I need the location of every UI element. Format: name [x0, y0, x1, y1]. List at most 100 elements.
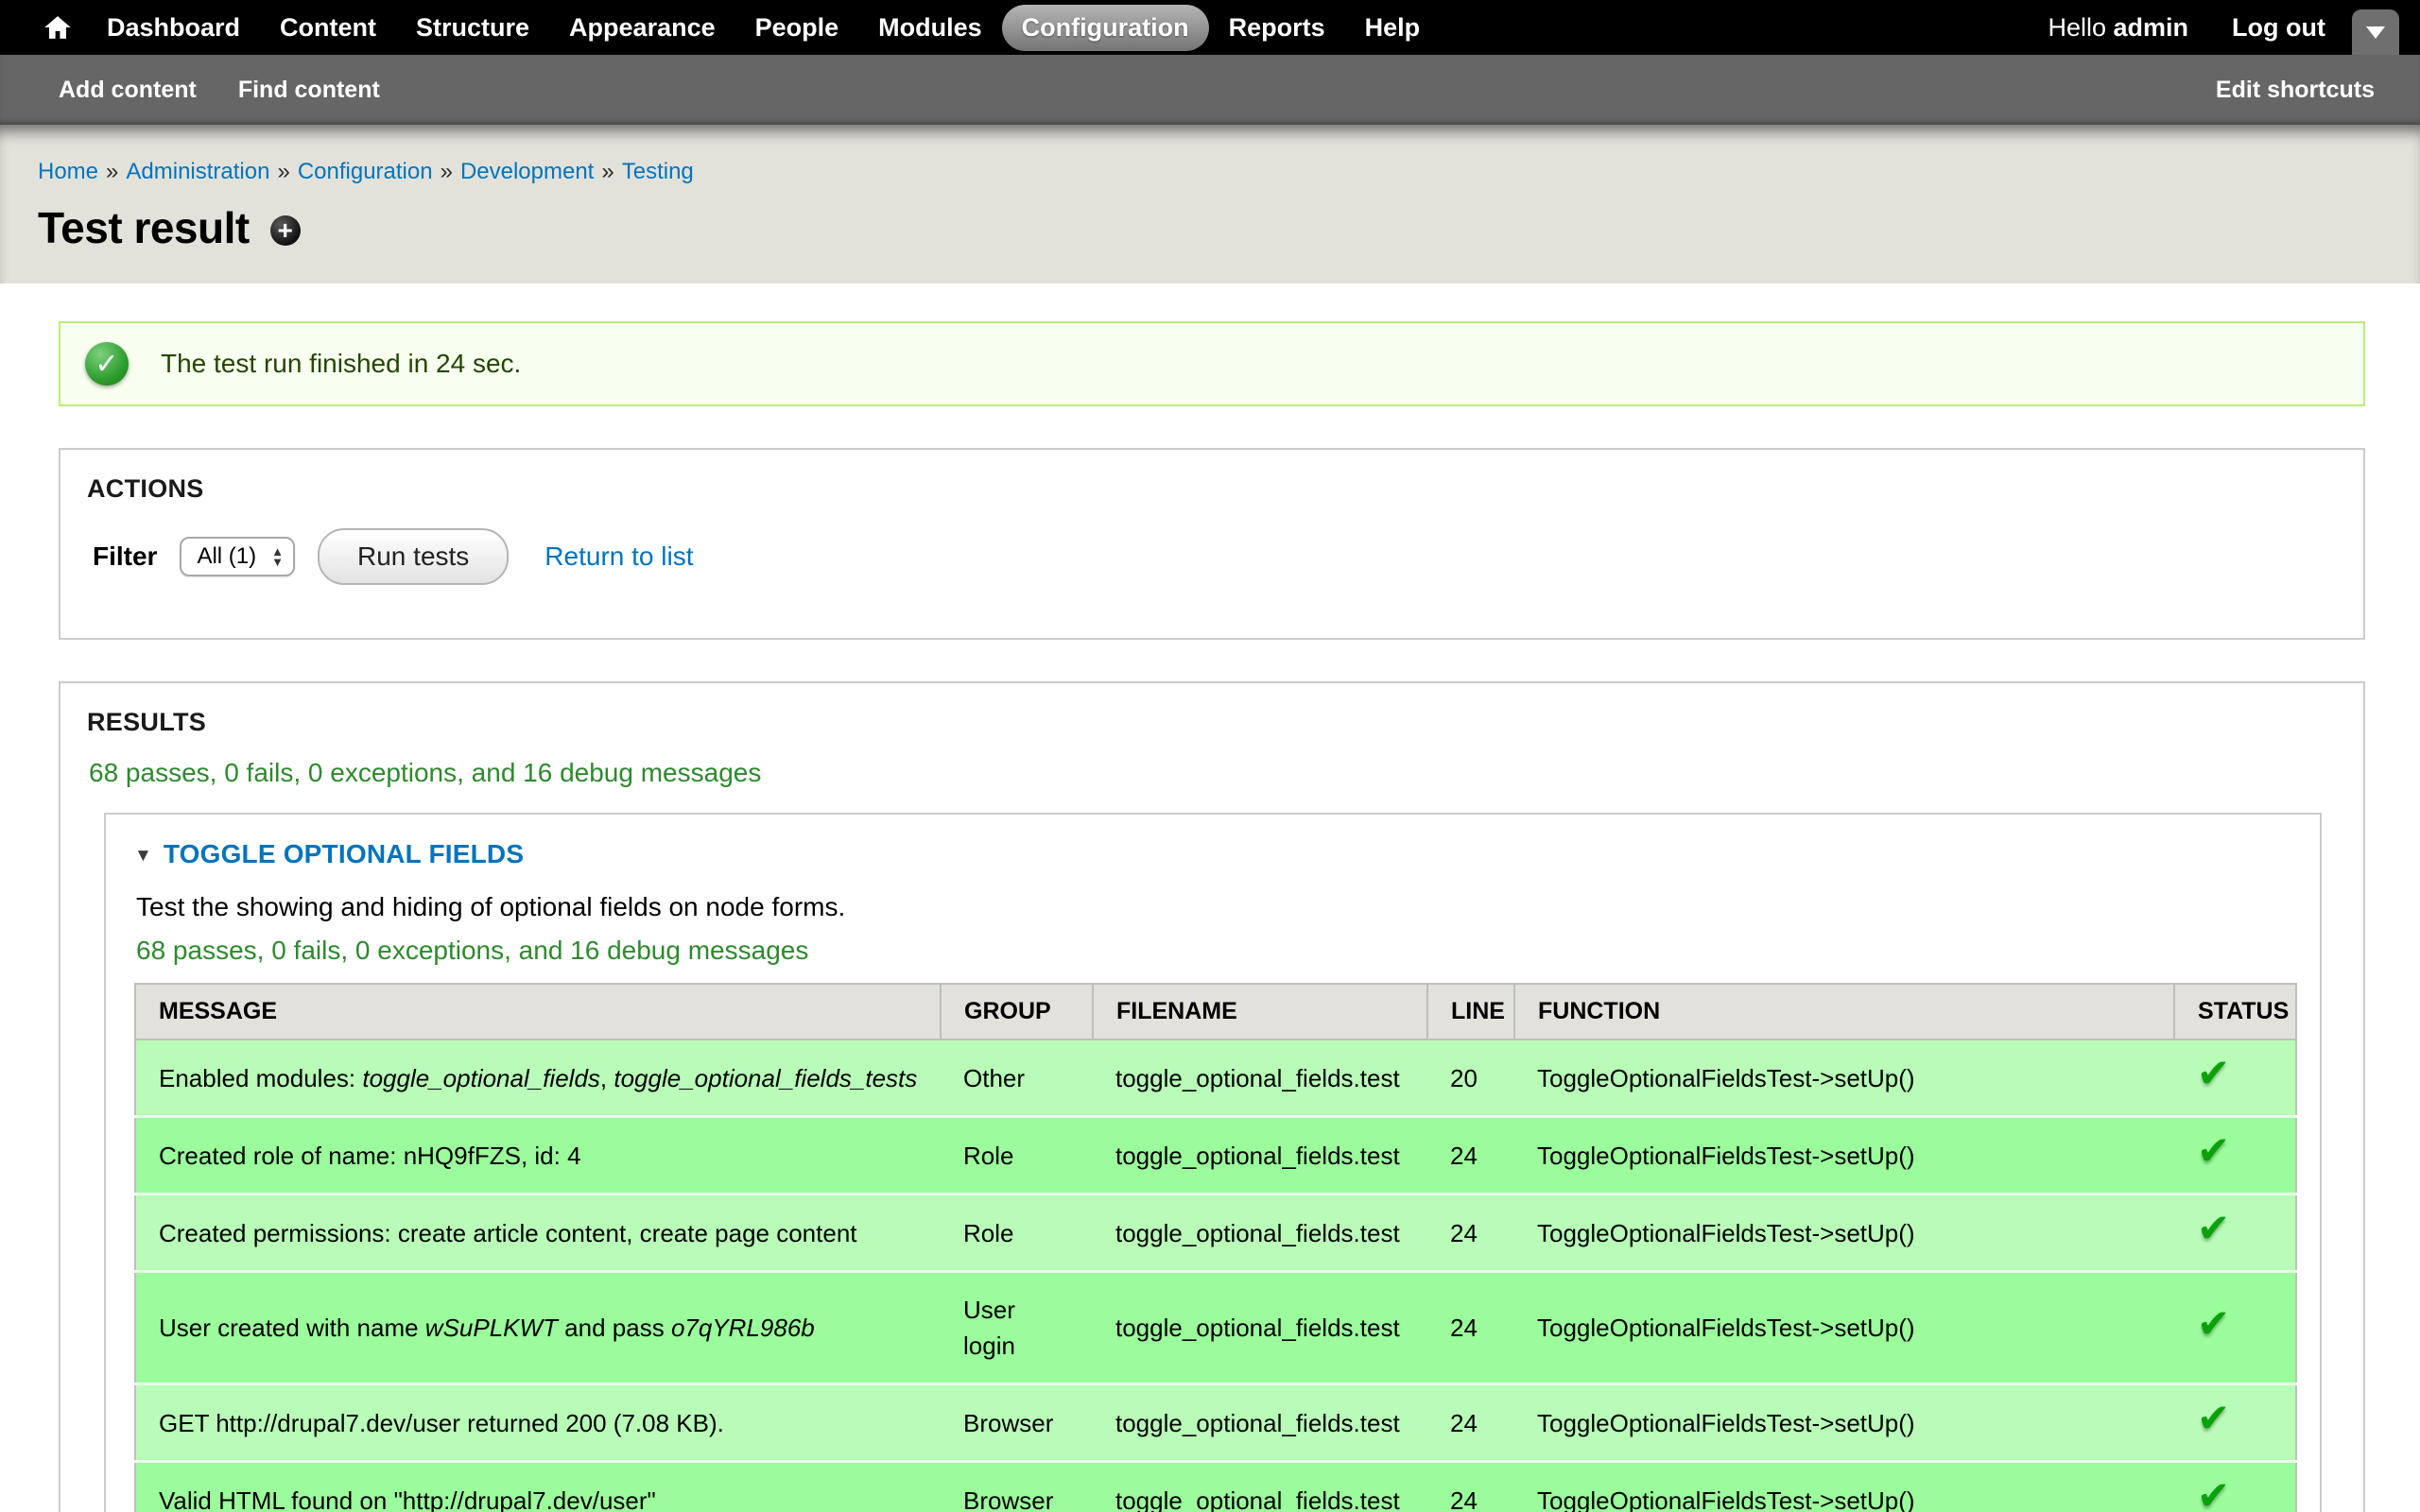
function-cell: ToggleOptionalFieldsTest->setUp()	[1514, 1272, 2174, 1384]
select-arrows-icon: ▲▼	[271, 546, 284, 567]
breadcrumb-link-development[interactable]: Development	[460, 159, 594, 184]
shortcut-find-content[interactable]: Find content	[217, 77, 401, 104]
line-cell: 24	[1427, 1272, 1514, 1384]
toolbar-drawer-toggle[interactable]	[2352, 9, 2399, 55]
message-emphasis: toggle_optional_fields_tests	[614, 1064, 917, 1092]
result-row: GET http://drupal7.dev/user returned 200…	[135, 1384, 2296, 1462]
admin-menu-item-help[interactable]: Help	[1345, 5, 1441, 51]
message-text: Valid HTML found on "http://drupal7.dev/…	[159, 1486, 656, 1512]
status-cell: ✔	[2174, 1040, 2296, 1117]
test-class-title-link[interactable]: TOGGLE OPTIONAL FIELDS	[164, 839, 524, 869]
message-text: User created with name	[159, 1314, 425, 1342]
column-header-status: STATUS	[2174, 984, 2296, 1040]
breadcrumb-link-administration[interactable]: Administration	[126, 159, 269, 184]
filename-cell: toggle_optional_fields.test	[1093, 1462, 1427, 1512]
home-icon[interactable]	[28, 13, 87, 42]
function-cell: ToggleOptionalFieldsTest->setUp()	[1514, 1040, 2174, 1117]
admin-menu-item-content[interactable]: Content	[260, 5, 396, 51]
message-text: ,	[600, 1064, 614, 1092]
status-cell: ✔	[2174, 1272, 2296, 1384]
results-panel: RESULTS 68 passes, 0 fails, 0 exceptions…	[59, 681, 2365, 1512]
message-text: Enabled modules:	[159, 1064, 362, 1092]
add-shortcut-icon[interactable]: +	[270, 215, 301, 246]
results-table-header-row: MESSAGEGROUPFILENAMELINEFUNCTIONSTATUS	[135, 984, 2296, 1040]
result-row: Valid HTML found on "http://drupal7.dev/…	[135, 1462, 2296, 1512]
line-cell: 24	[1427, 1384, 1514, 1462]
result-row: Enabled modules: toggle_optional_fields,…	[135, 1040, 2296, 1117]
pass-check-icon: ✔	[2197, 1128, 2230, 1173]
pass-check-icon: ✔	[2197, 1396, 2230, 1440]
run-tests-button[interactable]: Run tests	[318, 528, 509, 585]
shortcut-add-content[interactable]: Add content	[38, 77, 217, 104]
status-message-text: The test run finished in 24 sec.	[161, 349, 521, 379]
admin-menu-item-appearance[interactable]: Appearance	[549, 5, 735, 51]
column-header-filename: FILENAME	[1093, 984, 1427, 1040]
breadcrumb-link-testing[interactable]: Testing	[622, 159, 694, 184]
results-table: MESSAGEGROUPFILENAMELINEFUNCTIONSTATUS E…	[134, 983, 2297, 1512]
pass-check-icon: ✔	[2197, 1051, 2230, 1095]
result-row: Created role of name: nHQ9fFZS, id: 4Rol…	[135, 1117, 2296, 1194]
function-cell: ToggleOptionalFieldsTest->setUp()	[1514, 1194, 2174, 1272]
chevron-down-icon	[2366, 26, 2385, 39]
collapse-arrow-icon: ▼	[134, 846, 152, 867]
message-text: and pass	[558, 1314, 671, 1342]
breadcrumb-separator: »	[269, 159, 297, 184]
page-header: Home»Administration»Configuration»Develo…	[0, 125, 2420, 284]
breadcrumb-separator: »	[98, 159, 126, 184]
group-cell: User login	[941, 1272, 1093, 1384]
line-cell: 24	[1427, 1194, 1514, 1272]
message-emphasis: toggle_optional_fields	[362, 1064, 600, 1092]
status-cell: ✔	[2174, 1117, 2296, 1194]
line-cell: 20	[1427, 1040, 1514, 1117]
message-cell: User created with name wSuPLKWT and pass…	[135, 1272, 941, 1384]
message-text: GET http://drupal7.dev/user returned 200…	[159, 1409, 724, 1437]
filter-select-value: All (1)	[197, 543, 256, 570]
admin-toolbar-right: Hello admin Log out	[2048, 0, 2325, 55]
message-cell: GET http://drupal7.dev/user returned 200…	[135, 1384, 941, 1462]
pass-check-icon: ✔	[2197, 1301, 2230, 1346]
breadcrumb-link-configuration[interactable]: Configuration	[298, 159, 433, 184]
results-legend: RESULTS	[87, 708, 2337, 737]
edit-shortcuts-link[interactable]: Edit shortcuts	[2195, 77, 2395, 104]
breadcrumb-separator: »	[433, 159, 460, 184]
admin-menu-item-reports[interactable]: Reports	[1209, 5, 1345, 51]
admin-menu-item-people[interactable]: People	[735, 5, 859, 51]
shortcut-bar: Add contentFind content Edit shortcuts	[0, 55, 2420, 125]
filename-cell: toggle_optional_fields.test	[1093, 1194, 1427, 1272]
username: admin	[2114, 13, 2189, 42]
breadcrumb-link-home[interactable]: Home	[38, 159, 98, 184]
status-cell: ✔	[2174, 1194, 2296, 1272]
admin-menu: DashboardContentStructureAppearancePeopl…	[87, 5, 1440, 51]
admin-toolbar: DashboardContentStructureAppearancePeopl…	[0, 0, 2420, 55]
group-cell: Role	[941, 1117, 1093, 1194]
return-to-list-link[interactable]: Return to list	[544, 541, 693, 572]
line-cell: 24	[1427, 1117, 1514, 1194]
group-cell: Role	[941, 1194, 1093, 1272]
group-cell: Other	[941, 1040, 1093, 1117]
admin-menu-item-modules[interactable]: Modules	[858, 5, 1002, 51]
admin-menu-item-configuration[interactable]: Configuration	[1002, 5, 1209, 51]
filter-select[interactable]: All (1) ▲▼	[180, 537, 295, 576]
admin-menu-item-structure[interactable]: Structure	[396, 5, 549, 51]
pass-check-icon: ✔	[2197, 1206, 2230, 1250]
column-header-group: GROUP	[941, 984, 1093, 1040]
message-cell: Created role of name: nHQ9fFZS, id: 4	[135, 1117, 941, 1194]
admin-menu-item-dashboard[interactable]: Dashboard	[87, 5, 260, 51]
group-cell: Browser	[941, 1384, 1093, 1462]
greeting-text: Hello admin	[2048, 13, 2188, 43]
logout-link[interactable]: Log out	[2232, 13, 2325, 43]
test-class-summary: 68 passes, 0 fails, 0 exceptions, and 16…	[136, 936, 2291, 966]
filename-cell: toggle_optional_fields.test	[1093, 1040, 1427, 1117]
test-class-fieldset: ▼ TOGGLE OPTIONAL FIELDS Test the showin…	[104, 813, 2322, 1512]
status-message: ✓ The test run finished in 24 sec.	[59, 321, 2365, 406]
results-table-body: Enabled modules: toggle_optional_fields,…	[135, 1040, 2296, 1512]
breadcrumb-separator: »	[594, 159, 621, 184]
function-cell: ToggleOptionalFieldsTest->setUp()	[1514, 1384, 2174, 1462]
line-cell: 24	[1427, 1462, 1514, 1512]
function-cell: ToggleOptionalFieldsTest->setUp()	[1514, 1117, 2174, 1194]
result-row: User created with name wSuPLKWT and pass…	[135, 1272, 2296, 1384]
page-title: Test result	[38, 202, 250, 253]
group-cell: Browser	[941, 1462, 1093, 1512]
status-cell: ✔	[2174, 1462, 2296, 1512]
check-circle-icon: ✓	[85, 342, 129, 386]
